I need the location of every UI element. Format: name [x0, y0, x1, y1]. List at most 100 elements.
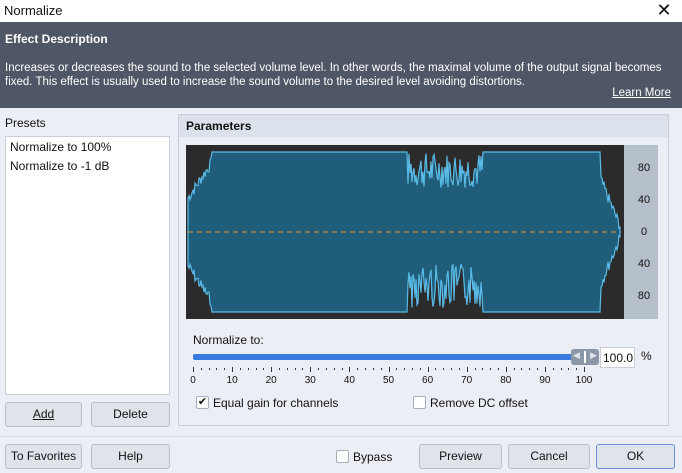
- presets-label: Presets: [5, 116, 46, 130]
- normalize-value-input[interactable]: 100.0: [600, 347, 635, 368]
- tick-label: 50: [382, 375, 395, 386]
- preview-button[interactable]: Preview: [419, 444, 502, 469]
- tick-mark: [537, 368, 539, 370]
- equal-gain-label: Equal gain for channels: [213, 396, 339, 410]
- tick-mark: [232, 367, 234, 372]
- tick-mark: [216, 368, 218, 370]
- preset-item[interactable]: Normalize to 100%: [6, 137, 169, 156]
- tick-mark: [193, 367, 194, 372]
- window-title: Normalize: [4, 3, 63, 18]
- amplitude-scale: 80 40 0 40 80: [624, 145, 658, 319]
- preset-item[interactable]: Normalize to -1 dB: [6, 156, 169, 175]
- presets-list[interactable]: Normalize to 100% Normalize to -1 dB: [5, 136, 170, 395]
- tick-mark: [560, 368, 562, 370]
- tick-mark: [458, 368, 460, 370]
- tick-mark: [466, 367, 468, 372]
- tick-mark: [505, 367, 507, 372]
- tick-mark: [271, 367, 273, 372]
- tick-mark: [396, 368, 398, 370]
- tick-mark: [419, 368, 421, 370]
- remove-dc-checkbox[interactable]: [413, 396, 426, 409]
- waveform-display: [186, 145, 624, 319]
- cancel-button[interactable]: Cancel: [508, 444, 590, 469]
- tick-mark: [584, 367, 585, 372]
- close-icon[interactable]: ✕: [654, 0, 674, 21]
- tick-mark: [357, 368, 359, 370]
- delete-preset-button[interactable]: Delete: [91, 402, 170, 427]
- tick-mark: [325, 368, 327, 370]
- tick-mark: [404, 368, 406, 370]
- bypass-checkbox[interactable]: [336, 450, 349, 463]
- normalize-slider[interactable]: [193, 354, 579, 360]
- equal-gain-checkbox[interactable]: ✔: [196, 396, 209, 409]
- to-favorites-button[interactable]: To Favorites: [5, 444, 82, 469]
- tick-label: 70: [461, 375, 473, 386]
- description-text: Increases or decreases the sound to the …: [5, 62, 662, 88]
- tick-label: 90: [539, 375, 551, 386]
- tick-mark: [279, 368, 281, 370]
- tick-label: 30: [304, 375, 316, 386]
- normalize-to-label: Normalize to:: [193, 333, 264, 347]
- tick-mark: [380, 368, 382, 370]
- thumb-grip: [584, 351, 586, 363]
- description-heading: Effect Description: [5, 32, 108, 46]
- tick-mark: [239, 368, 241, 370]
- tick-mark: [497, 368, 499, 370]
- effect-description-panel: Effect Description Increases or decrease…: [0, 22, 682, 108]
- tick-mark: [349, 367, 351, 372]
- tick-mark: [490, 368, 492, 370]
- tick-mark: [451, 368, 453, 370]
- scale-label: 80: [637, 162, 651, 174]
- learn-more-link[interactable]: Learn More: [612, 87, 671, 99]
- slider-thumb[interactable]: ◀ ▶: [571, 349, 599, 365]
- ok-button[interactable]: OK: [596, 444, 675, 469]
- tick-mark: [310, 367, 312, 372]
- unit-label: %: [641, 349, 652, 363]
- tick-label: 20: [265, 375, 277, 386]
- tick-mark: [568, 368, 570, 370]
- tick-mark: [482, 368, 484, 370]
- tick-mark: [544, 367, 546, 372]
- tick-mark: [333, 368, 335, 370]
- add-preset-button[interactable]: Add: [5, 402, 82, 427]
- tick-mark: [427, 367, 429, 372]
- tick-mark: [200, 368, 202, 370]
- footer-divider: [0, 436, 682, 437]
- parameters-heading: Parameters: [179, 115, 668, 137]
- tick-label: 40: [343, 375, 355, 386]
- title-bar: Normalize ✕: [0, 0, 682, 22]
- tick-mark: [263, 368, 265, 370]
- remove-dc-label: Remove DC offset: [430, 396, 528, 410]
- tick-mark: [247, 368, 249, 370]
- tick-mark: [224, 368, 226, 370]
- tick-mark: [411, 368, 413, 370]
- tick-mark: [318, 368, 320, 370]
- tick-label: 100: [575, 375, 593, 386]
- tick-mark: [286, 368, 288, 370]
- tick-mark: [529, 368, 531, 370]
- tick-label: 0: [190, 375, 196, 386]
- tick-mark: [341, 368, 343, 370]
- scale-label: 40: [637, 258, 651, 270]
- chevron-right-icon[interactable]: ▶: [590, 350, 597, 361]
- tick-label: 80: [500, 375, 512, 386]
- tick-label: 60: [422, 375, 434, 386]
- add-label: Add: [32, 407, 55, 421]
- tick-mark: [302, 368, 304, 370]
- tick-mark: [208, 368, 210, 370]
- scale-label: 40: [637, 194, 651, 206]
- scale-label: 0: [640, 226, 648, 238]
- tick-mark: [443, 368, 445, 370]
- tick-mark: [435, 368, 437, 370]
- tick-mark: [474, 368, 476, 370]
- tick-mark: [576, 368, 578, 370]
- tick-mark: [513, 368, 515, 370]
- bypass-label: Bypass: [353, 450, 393, 464]
- chevron-left-icon[interactable]: ◀: [573, 350, 580, 361]
- scale-label: 80: [637, 290, 651, 302]
- tick-mark: [552, 368, 554, 370]
- tick-mark: [521, 368, 523, 370]
- help-button[interactable]: Help: [91, 444, 170, 469]
- tick-mark: [372, 368, 374, 370]
- tick-mark: [388, 367, 390, 372]
